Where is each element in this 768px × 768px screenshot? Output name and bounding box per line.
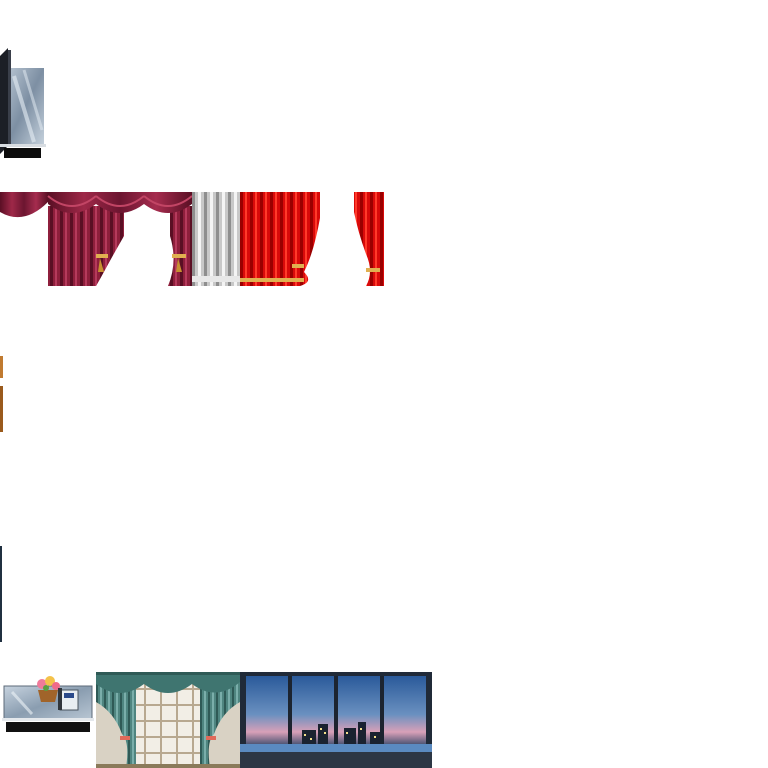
- burgundy-valance-left: [0, 192, 48, 218]
- curtain-row-art: [0, 192, 384, 286]
- red-curtain-side: [354, 192, 384, 286]
- glass-partition-icon: [0, 48, 46, 158]
- desk-phone-flower-icon: [2, 676, 94, 732]
- dark-strip-icon: [0, 546, 2, 642]
- burgundy-curtain-panel: [47, 192, 193, 286]
- curtain-row: [0, 192, 384, 286]
- window-curtain-icon: [96, 672, 240, 768]
- city-night-window-tile: [240, 672, 432, 768]
- silver-curtain: [192, 192, 240, 286]
- wood-strip-icon: [0, 356, 3, 432]
- wood-edge-tile: [0, 356, 3, 432]
- city-window-icon: [240, 672, 432, 768]
- window-teal-curtain-tile: [96, 672, 240, 768]
- dark-edge-tile: [0, 546, 2, 642]
- reception-desk-tile: [2, 674, 94, 736]
- glass-partition-tile: [0, 46, 48, 162]
- red-curtain: [240, 192, 320, 286]
